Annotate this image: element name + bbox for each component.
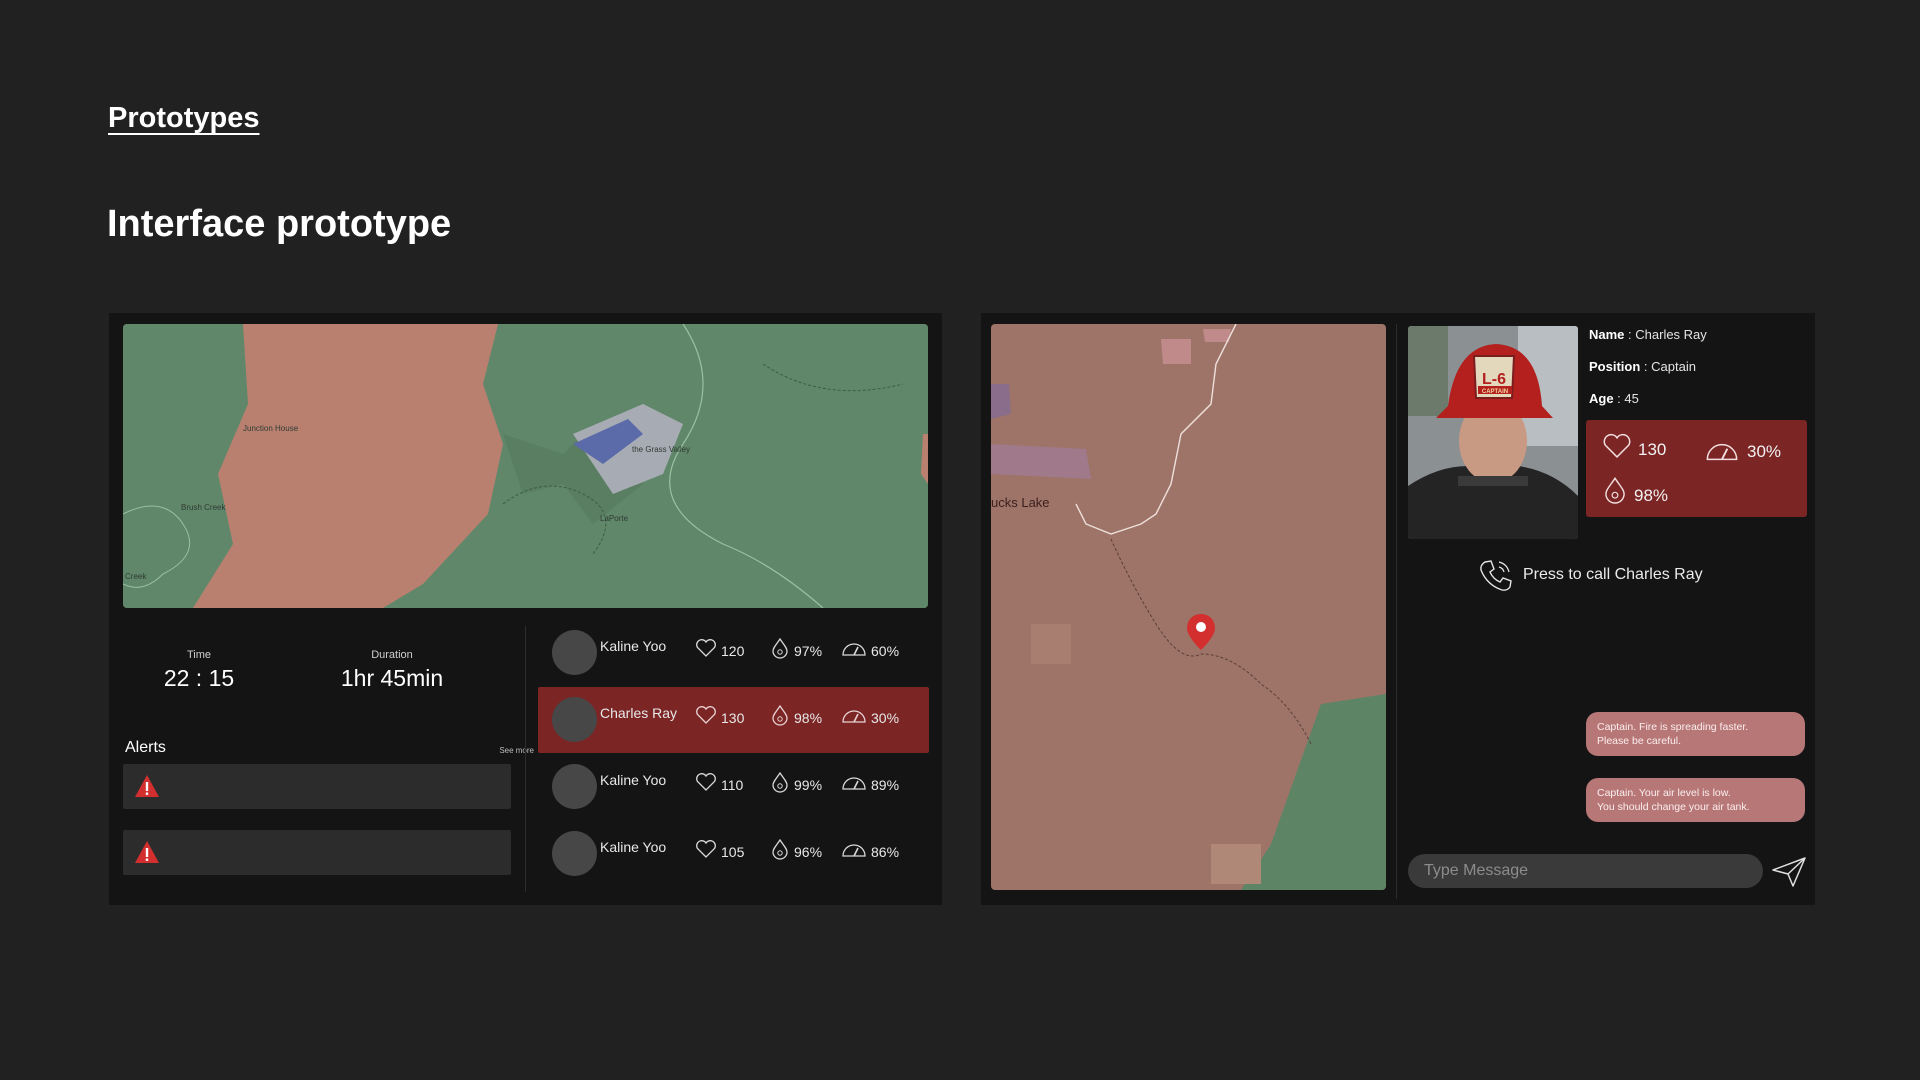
heart-icon [696,773,716,791]
oxygen-drop-icon [772,637,788,659]
heart-icon [696,840,716,858]
gauge-icon [842,643,866,656]
profile-age: Age : 45 [1589,391,1639,406]
crew-detail-panel: ucks Lake L-6 CAPTAIN Name : Charles Ray… [981,313,1815,905]
prototypes-link[interactable]: Prototypes [108,102,259,135]
oxygen-drop-icon [772,838,788,860]
avatar [552,630,597,675]
call-label: Press to call Charles Ray [1523,566,1703,583]
oxygen-level: 98% [770,704,822,726]
avatar [552,831,597,876]
phone-icon [1480,560,1512,591]
crew-name: Charles Ray [600,705,678,721]
helmet-rank-text: CAPTAIN [1482,389,1508,395]
message-bubble: Captain. Fire is spreading faster. Pleas… [1586,712,1805,757]
air-level: 86% [841,838,899,860]
page-title: Interface prototype [107,203,452,245]
crew-row-selected[interactable]: Charles Ray 130 98% 30% [538,687,929,753]
alert-item[interactable] [123,830,511,875]
oxygen-level: 99% [770,771,822,793]
duration-label: Duration [371,649,413,661]
crew-name: Kaline Yoo [600,638,667,654]
air-level: 30% [1703,438,1781,462]
map-label-laporte: LaPorte [600,514,629,523]
gauge-icon [1706,444,1738,461]
heart-rate: 105 [695,838,744,860]
oxygen-drop-icon [772,704,788,726]
message-input[interactable] [1408,854,1763,888]
duration-value: 1hr 45min [340,665,444,691]
panel-divider [525,626,526,892]
time-value: 22 : 15 [163,665,235,691]
crew-row[interactable]: Kaline Yoo 105 96% 86% [538,821,929,887]
heart-icon [696,706,716,724]
oxygen-drop-icon [772,771,788,793]
crew-name: Kaline Yoo [600,839,667,855]
send-icon[interactable] [1771,856,1807,888]
map-label-brush-creek: Brush Creek [181,503,226,512]
crew-row[interactable]: Kaline Yoo 110 99% 89% [538,754,929,820]
duration-block: Duration 1hr 45min [327,649,457,692]
profile-name: Name : Charles Ray [1589,327,1707,342]
avatar [552,764,597,809]
heart-rate: 110 [695,771,743,793]
map-label-lake: ucks Lake [991,495,1050,510]
air-level: 30% [841,704,899,726]
heart-rate: 120 [695,637,744,659]
crew-name: Kaline Yoo [600,772,667,788]
alert-item[interactable] [123,764,511,809]
dashboard-panel: Junction House the Grass Valley LaPorte … [109,313,942,905]
oxygen-level: 96% [770,838,822,860]
map-label-grass-valley: the Grass Valley [632,445,690,454]
air-level: 89% [841,771,899,793]
call-button[interactable]: Press to call Charles Ray [1477,556,1703,594]
vitals-card: 130 30% 98% [1586,420,1807,517]
warning-icon [135,775,159,797]
firefighter-photo: L-6 CAPTAIN [1408,326,1578,539]
oxygen-drop-icon [1605,477,1625,504]
gauge-icon [842,777,866,790]
heart-icon [1603,433,1631,458]
gauge-icon [842,710,866,723]
area-map[interactable]: Junction House the Grass Valley LaPorte … [123,324,928,608]
time-label: Time [186,649,212,661]
map-label-creek: Creek [125,572,147,581]
air-level: 60% [841,637,899,659]
message-bubble: Captain. Your air level is low. You shou… [1586,778,1805,823]
map-label-junction-house: Junction House [243,424,299,433]
avatar [552,697,597,742]
helmet-badge-text: L-6 [1482,371,1506,388]
time-block: Time 22 : 15 [149,649,249,692]
panel-divider [1396,324,1397,899]
heart-icon [696,639,716,657]
gauge-icon [842,844,866,857]
location-map[interactable]: ucks Lake [991,324,1386,890]
heart-rate: 130 [695,704,744,726]
crew-row[interactable]: Kaline Yoo 120 97% 60% [538,620,929,686]
warning-icon [135,841,159,863]
oxygen-level: 97% [770,637,822,659]
oxygen-level: 98% [1602,474,1668,506]
alerts-title: Alerts [125,739,166,756]
heart-rate: 130 [1602,432,1666,460]
profile-position: Position : Captain [1589,359,1696,374]
